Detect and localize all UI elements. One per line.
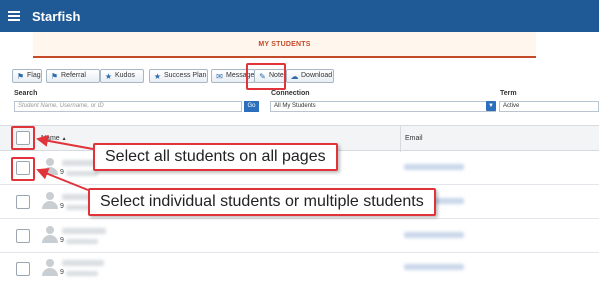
select-all-callout: Select all students on all pages [93,143,338,171]
select-individual-arrow [36,168,89,191]
select-individual-callout: Select individual students or multiple s… [88,188,436,216]
select-all-arrow [36,134,94,150]
annotation-arrows [36,134,94,191]
